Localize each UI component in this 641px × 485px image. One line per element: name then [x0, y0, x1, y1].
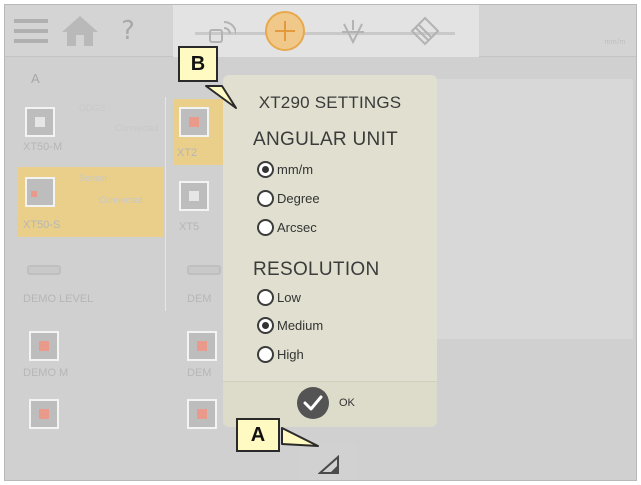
- ok-label: OK: [339, 397, 355, 409]
- device-item[interactable]: [17, 397, 163, 437]
- level-icon[interactable]: [333, 11, 373, 51]
- resolution-heading: RESOLUTION: [253, 259, 380, 280]
- radio-selected-icon[interactable]: [257, 160, 274, 178]
- device-item-selected[interactable]: Sensor Connected XT50-S: [17, 167, 163, 237]
- option-label: High: [277, 346, 304, 362]
- device-tile-red-icon: [25, 177, 55, 207]
- device-label: DEM: [187, 367, 212, 379]
- radio-icon[interactable]: [257, 218, 274, 236]
- device-tile-icon: [179, 181, 209, 211]
- radio-low[interactable]: Low: [257, 287, 301, 307]
- radio-mm-per-m[interactable]: mm/m: [257, 159, 313, 179]
- home-icon[interactable]: [57, 5, 103, 57]
- radio-degree[interactable]: Degree: [257, 188, 320, 208]
- device-tile-red-icon: [29, 399, 59, 429]
- dialog-title: XT290 SETTINGS: [258, 93, 402, 112]
- top-bar: ? mm/m: [5, 5, 636, 57]
- help-icon[interactable]: ?: [113, 5, 143, 57]
- crosshair-icon[interactable]: [265, 11, 305, 51]
- triangle-ruler-icon: [318, 455, 339, 474]
- option-label: mm/m: [277, 161, 314, 177]
- device-type: ODGS: [79, 103, 106, 113]
- option-label: Arcsec: [277, 219, 317, 235]
- callout-a: A: [236, 418, 280, 452]
- device-item[interactable]: DEMO M: [17, 327, 163, 379]
- device-item[interactable]: ODGS Connected XT50-M: [17, 99, 163, 157]
- angular-unit-heading: ANGULAR UNIT: [253, 129, 399, 150]
- option-label: Low: [277, 289, 301, 305]
- device-tile-red-icon: [179, 107, 209, 137]
- wifi-icon[interactable]: [201, 11, 241, 51]
- device-label: DEM: [187, 293, 212, 305]
- level-pill-icon: [187, 265, 221, 275]
- option-label: Medium: [277, 317, 324, 333]
- device-item[interactable]: DEMO LEVEL: [17, 259, 163, 311]
- device-label: DEMO M: [23, 367, 69, 379]
- diamond-icon[interactable]: [405, 11, 445, 51]
- device-status: Connected: [115, 123, 159, 133]
- option-label: Degree: [277, 190, 320, 206]
- device-type: Sensor: [79, 173, 108, 183]
- column-header: A: [31, 71, 40, 86]
- device-tile-red-icon: [29, 331, 59, 361]
- radio-icon[interactable]: [257, 345, 274, 363]
- level-pill-icon: [27, 265, 61, 275]
- device-label: DEMO LEVEL: [23, 293, 94, 305]
- radio-arcsec[interactable]: Arcsec: [257, 217, 317, 237]
- unit-indicator: mm/m: [604, 39, 626, 46]
- column-divider: [165, 97, 166, 311]
- ok-button[interactable]: OK: [297, 387, 355, 419]
- device-label: XT50-M: [23, 141, 63, 153]
- device-tile-red-icon: [187, 399, 217, 429]
- device-label: XT2: [177, 147, 198, 159]
- radio-icon[interactable]: [257, 189, 274, 207]
- bottom-tab[interactable]: [301, 443, 357, 480]
- radio-selected-icon[interactable]: [257, 316, 274, 334]
- checkmark-icon: [297, 387, 329, 419]
- device-tile-icon: [25, 107, 55, 137]
- menu-icon[interactable]: [11, 5, 51, 57]
- radio-medium[interactable]: Medium: [257, 315, 323, 335]
- device-label: XT50-S: [23, 219, 61, 231]
- radio-icon[interactable]: [257, 288, 274, 306]
- radio-high[interactable]: High: [257, 344, 304, 364]
- callout-b: B: [178, 46, 218, 82]
- settings-dialog: XT290 SETTINGS ANGULAR UNIT mm/m Degree …: [223, 75, 437, 427]
- content-area: [437, 79, 633, 339]
- app-window: ? mm/m A ODGS Connected XT50-M Sensor Co…: [4, 4, 637, 481]
- device-label: XT5: [179, 221, 200, 233]
- device-status: Connected: [99, 195, 143, 205]
- device-tile-red-icon: [187, 331, 217, 361]
